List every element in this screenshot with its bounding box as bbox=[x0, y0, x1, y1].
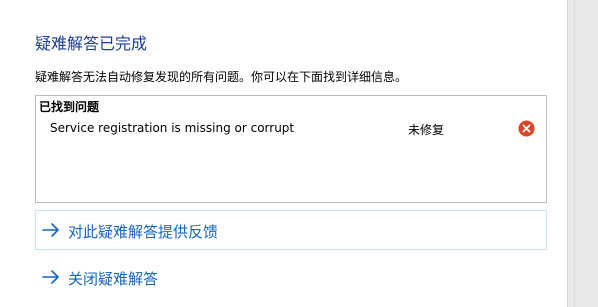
result-description: 疑难解答无法自动修复发现的所有问题。你可以在下面找到详细信息。 bbox=[35, 70, 408, 84]
problem-status: 未修复 bbox=[408, 123, 445, 137]
close-troubleshooter-link[interactable]: 关闭疑难解答 bbox=[35, 257, 547, 297]
window-edge bbox=[567, 0, 598, 307]
problem-name: Service registration is missing or corru… bbox=[50, 121, 295, 135]
problems-panel: 已找到问题 Service registration is missing or… bbox=[35, 95, 547, 203]
feedback-link[interactable]: 对此疑难解答提供反馈 bbox=[35, 210, 547, 250]
problems-header: 已找到问题 bbox=[39, 100, 100, 114]
troubleshooter-dialog: 疑难解答已完成 疑难解答无法自动修复发现的所有问题。你可以在下面找到详细信息。 … bbox=[0, 0, 598, 307]
error-x-icon bbox=[518, 120, 535, 137]
close-link-label: 关闭疑难解答 bbox=[68, 270, 159, 288]
feedback-link-label: 对此疑难解答提供反馈 bbox=[68, 223, 219, 241]
arrow-right-icon bbox=[42, 223, 59, 237]
arrow-right-icon bbox=[42, 270, 59, 284]
page-title: 疑难解答已完成 bbox=[35, 34, 148, 53]
problem-row[interactable]: Service registration is missing or corru… bbox=[36, 118, 546, 140]
